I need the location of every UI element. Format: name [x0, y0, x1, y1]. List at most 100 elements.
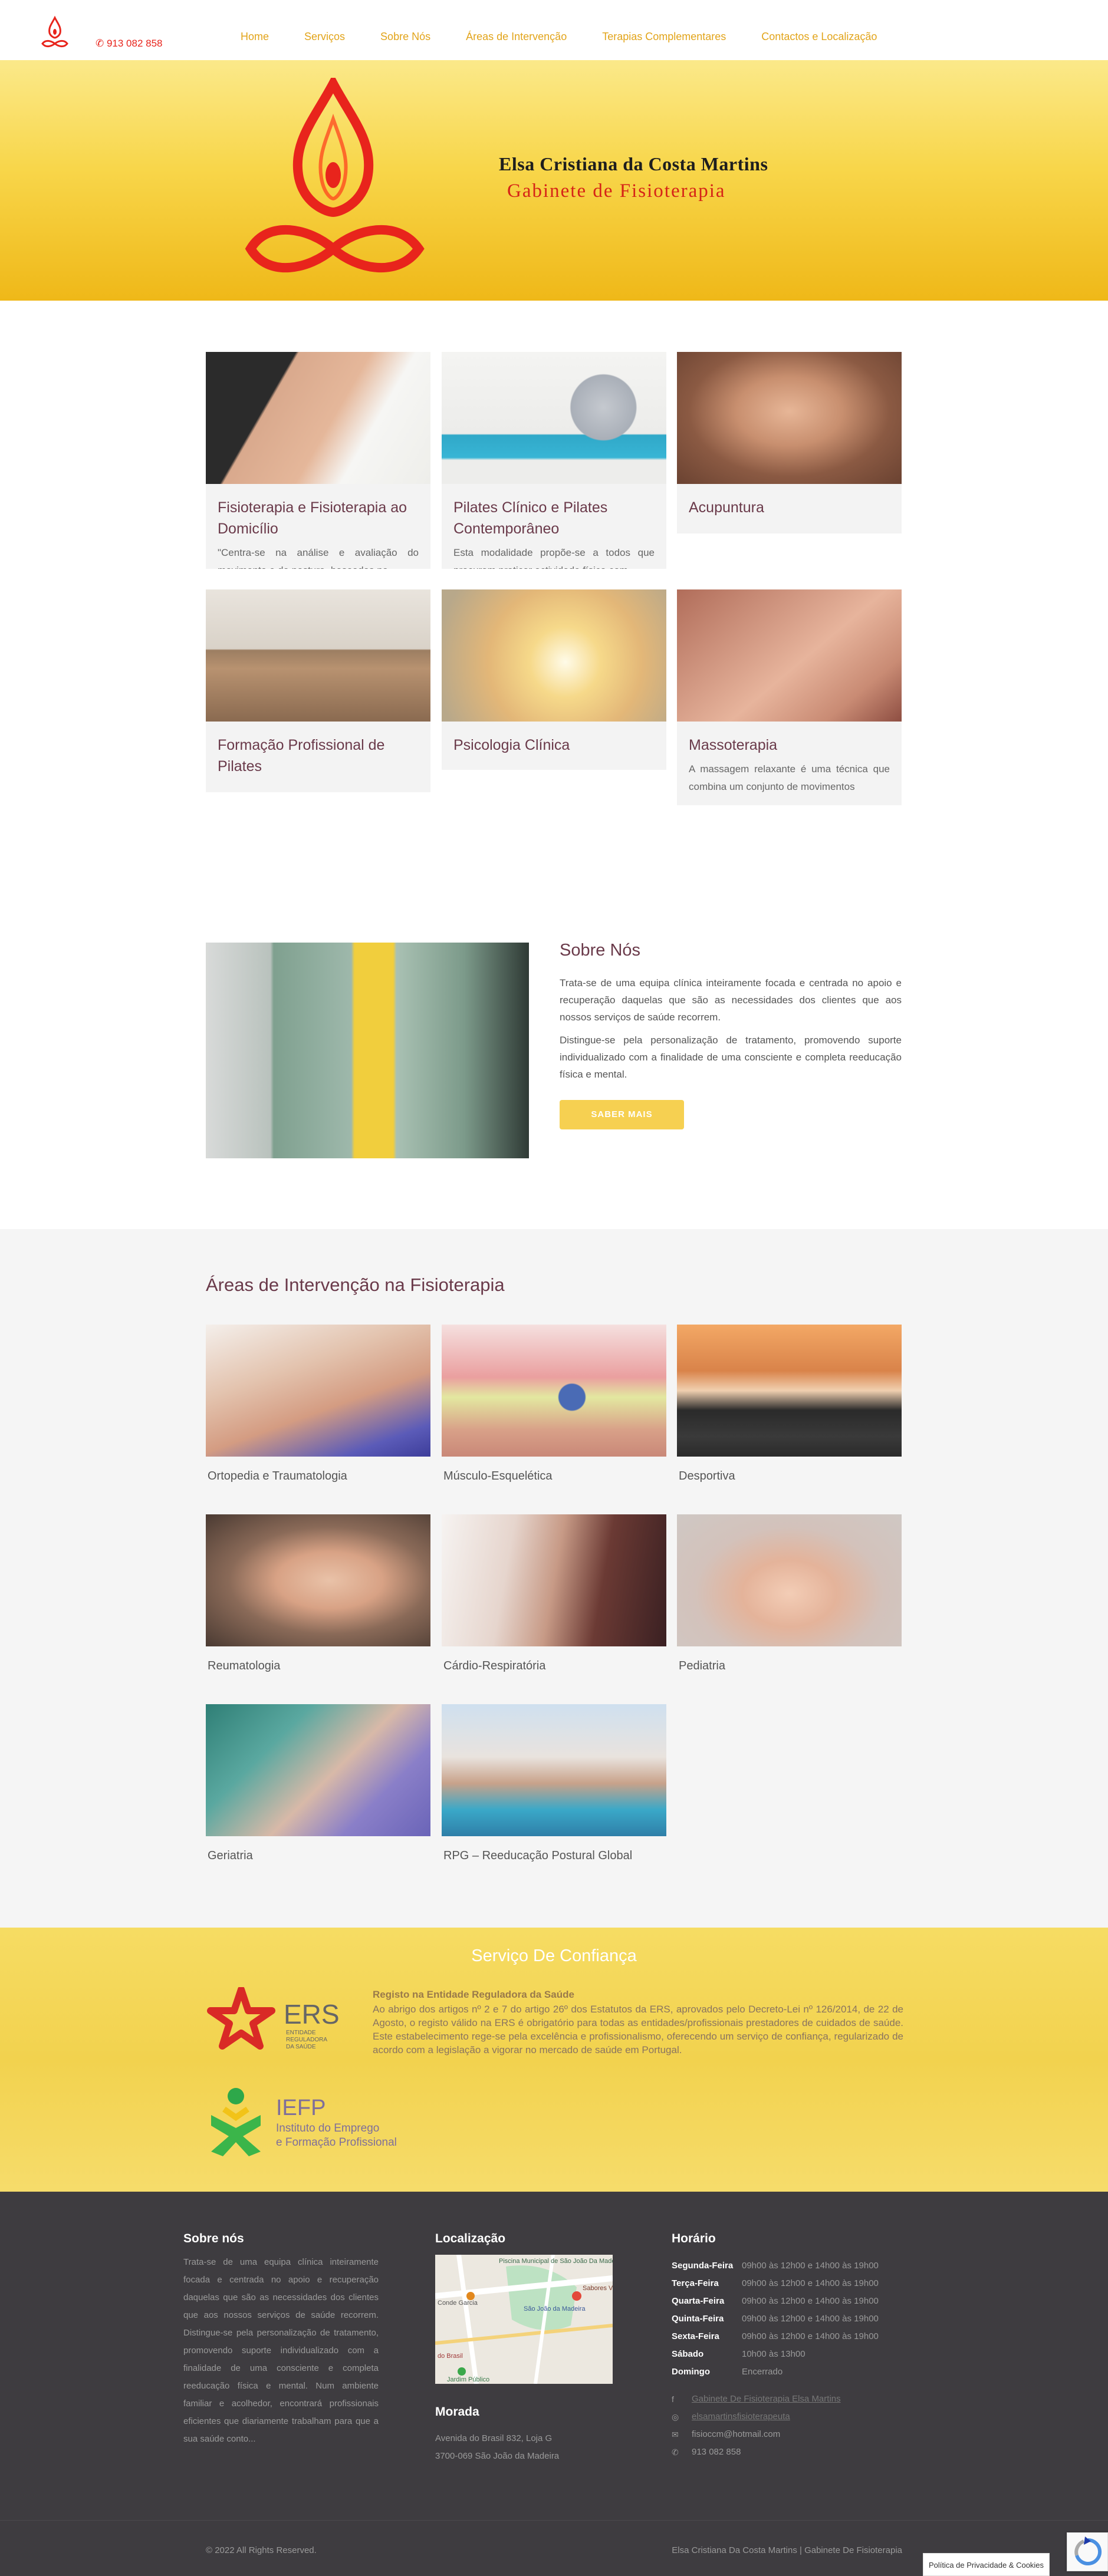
service-text: "Centra-se na análise e avaliação do mov…: [218, 547, 419, 569]
facebook-link[interactable]: f Gabinete De Fisioterapia Elsa Martins: [672, 2390, 841, 2408]
area-item[interactable]: Pediatria: [677, 1514, 902, 1673]
service-card[interactable]: Fisioterapia e Fisioterapia ao Domicílio…: [206, 352, 430, 569]
recaptcha-badge[interactable]: [1067, 2532, 1108, 2571]
area-image-pediatria: [677, 1514, 902, 1646]
hero-name: Elsa Cristiana da Costa Martins: [499, 153, 768, 174]
hours-day: Quinta-Feira: [672, 2314, 724, 2324]
hours-row: Segunda-Feira 09h00 às 12h00 e 14h00 às 1…: [672, 2257, 879, 2275]
instagram-link[interactable]: ◎ elsamartinsfisioterapeuta: [672, 2408, 841, 2426]
phone-text[interactable]: 913 082 858: [692, 2443, 741, 2461]
service-image-fisioterapia: [206, 352, 430, 484]
service-title[interactable]: Pilates Clínico e Pilates Contemporâneo: [453, 497, 655, 539]
ers-logo: ERS ENTIDADE REGULADORA DA SAÚDE: [207, 1987, 340, 2050]
instagram-text[interactable]: elsamartinsfisioterapeuta: [692, 2408, 790, 2426]
area-item[interactable]: RPG – Reeducação Postural Global: [442, 1704, 666, 1863]
footer-divider: [0, 2520, 1108, 2521]
area-image-geriatria: [206, 1704, 430, 1836]
hours-time: 09h00 às 12h00 e 14h00 às 19h00: [742, 2296, 879, 2306]
nav-terapias[interactable]: Terapias Complementares: [602, 31, 726, 43]
service-image-acupuntura: [677, 352, 902, 484]
service-text: Esta modalidade propõe-se a todos que pr…: [453, 547, 655, 569]
ers-text: Ao abrigo dos artigos nº 2 e 7 do artigo…: [373, 2004, 903, 2055]
service-image-formacao-pilates: [206, 589, 430, 722]
nav-phone[interactable]: ✆ 913 082 858: [96, 38, 163, 50]
svg-text:e Formação Profissional: e Formação Profissional: [276, 2136, 397, 2149]
instagram-icon: ◎: [672, 2412, 679, 2422]
area-label[interactable]: Músculo-Esquelética: [442, 1470, 666, 1483]
email-row[interactable]: ✉ fisioccm@hotmail.com: [672, 2426, 841, 2443]
nav-servicos[interactable]: Serviços: [304, 31, 345, 43]
service-title[interactable]: Acupuntura: [689, 497, 890, 518]
facebook-text[interactable]: Gabinete De Fisioterapia Elsa Martins: [692, 2390, 841, 2408]
area-label[interactable]: Cárdio-Respiratória: [442, 1659, 666, 1673]
service-title[interactable]: Formação Profissional de Pilates: [218, 734, 419, 777]
service-card[interactable]: Formação Profissional de Pilates: [206, 589, 430, 792]
nav-areas[interactable]: Áreas de Intervenção: [466, 31, 567, 43]
lotus-hero-logo-icon: [245, 78, 425, 273]
phone-icon: ✆: [672, 2447, 679, 2457]
trust-section: [0, 1928, 1108, 2192]
hours-time: 09h00 às 12h00 e 14h00 às 19h00: [742, 2261, 879, 2271]
service-image-psicologia: [442, 589, 666, 722]
location-map[interactable]: Piscina Municipal de São João Da Madeira…: [435, 2255, 613, 2384]
about-paragraph-2: Distingue-se pela personalização de trat…: [560, 1035, 902, 1080]
service-title[interactable]: Massoterapia: [689, 734, 890, 756]
lotus-logo-icon[interactable]: [39, 15, 71, 51]
iefp-logo: IEFP Instituto do Emprego e Formação Pro…: [211, 2088, 397, 2156]
hours-time: 10h00 às 13h00: [742, 2349, 805, 2359]
area-image-ortopedia: [206, 1325, 430, 1457]
hero-banner: Elsa Cristiana da Costa Martins Gabinete…: [0, 60, 1108, 301]
service-card[interactable]: Massoterapia A massagem relaxante é uma …: [677, 589, 902, 805]
about-paragraph-1: Trata-se de uma equipa clínica inteirame…: [560, 977, 902, 1023]
area-label[interactable]: RPG – Reeducação Postural Global: [442, 1849, 666, 1863]
area-label[interactable]: Geriatria: [206, 1849, 430, 1863]
phone-row[interactable]: ✆ 913 082 858: [672, 2443, 841, 2461]
footer-hours-title: Horário: [672, 2232, 716, 2245]
area-item[interactable]: Geriatria: [206, 1704, 430, 1863]
hours-row: Domingo Encerrado: [672, 2363, 879, 2381]
trust-title: Serviço De Confiança: [471, 1946, 637, 1965]
service-card[interactable]: Acupuntura: [677, 352, 902, 533]
email-text[interactable]: fisioccm@hotmail.com: [692, 2426, 780, 2443]
footer-address-line1: Avenida do Brasil 832, Loja G: [435, 2433, 553, 2443]
area-image-musculo: [442, 1325, 666, 1457]
footer-about-text: Trata-se de uma equipa clínica inteirame…: [183, 2257, 379, 2444]
area-label[interactable]: Ortopedia e Traumatologia: [206, 1470, 430, 1483]
area-image-cardio: [442, 1514, 666, 1646]
area-item[interactable]: Desportiva: [677, 1325, 902, 1483]
nav-contactos[interactable]: Contactos e Localização: [761, 31, 877, 43]
hours-row: Terça-Feira 09h00 às 12h00 e 14h00 às 19h…: [672, 2275, 879, 2292]
nav-home[interactable]: Home: [241, 31, 269, 43]
hours-time: Encerrado: [742, 2367, 783, 2377]
area-item[interactable]: Cárdio-Respiratória: [442, 1514, 666, 1673]
footer-address-title: Morada: [435, 2405, 479, 2419]
area-item[interactable]: Reumatologia: [206, 1514, 430, 1673]
map-graphic: Piscina Municipal de São João Da Madeira…: [435, 2255, 613, 2384]
area-label[interactable]: Pediatria: [677, 1659, 902, 1673]
svg-text:São João da Madeira: São João da Madeira: [524, 2305, 586, 2313]
hours-time: 09h00 às 12h00 e 14h00 às 19h00: [742, 2331, 879, 2341]
service-card[interactable]: Psicologia Clínica: [442, 589, 666, 770]
ers-heading: Registo na Entidade Reguladora da Saúde: [373, 1989, 574, 2000]
service-card[interactable]: Pilates Clínico e Pilates Contemporâneo …: [442, 352, 666, 569]
svg-text:Piscina Municipal de São João: Piscina Municipal de São João Da Madeira: [499, 2258, 613, 2265]
hours-time: 09h00 às 12h00 e 14h00 às 19h00: [742, 2314, 879, 2324]
envelope-icon: ✉: [672, 2430, 679, 2439]
area-item[interactable]: Músculo-Esquelética: [442, 1325, 666, 1483]
area-item[interactable]: Ortopedia e Traumatologia: [206, 1325, 430, 1483]
area-label[interactable]: Desportiva: [677, 1470, 902, 1483]
footer-contacts: f Gabinete De Fisioterapia Elsa Martins ◎…: [672, 2390, 841, 2461]
service-text: A massagem relaxante é uma técnica que c…: [689, 763, 890, 792]
privacy-cookies-button[interactable]: Política de Privacidade & Cookies: [923, 2553, 1050, 2576]
hours-day: Sábado: [672, 2349, 704, 2359]
service-title[interactable]: Fisioterapia e Fisioterapia ao Domicílio: [218, 497, 419, 539]
area-label[interactable]: Reumatologia: [206, 1659, 430, 1673]
footer-address-line2: 3700-069 São João da Madeira: [435, 2451, 560, 2461]
nav-sobre-nos[interactable]: Sobre Nós: [380, 31, 430, 43]
saber-mais-button[interactable]: SABER MAIS: [560, 1100, 684, 1129]
top-navigation: ✆ 913 082 858 Home Serviços Sobre Nós Ár…: [0, 0, 1108, 60]
hours-day: Segunda-Feira: [672, 2261, 734, 2271]
svg-text:do Brasil: do Brasil: [438, 2353, 463, 2360]
service-title[interactable]: Psicologia Clínica: [453, 734, 655, 756]
footer-credit: Elsa Cristiana Da Costa Martins | Gabine…: [672, 2545, 902, 2555]
